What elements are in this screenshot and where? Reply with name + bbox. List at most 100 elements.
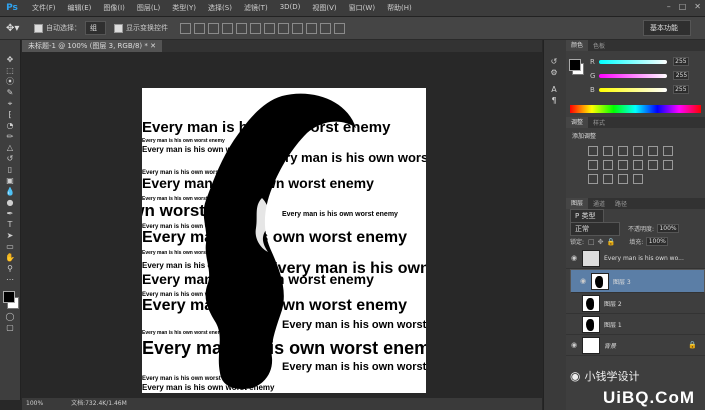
b-slider[interactable] — [598, 87, 667, 92]
align-bottom-icon[interactable] — [208, 22, 219, 34]
hue-sat-icon[interactable] — [663, 146, 673, 156]
show-transform-checkbox[interactable] — [114, 23, 123, 33]
align-left-icon[interactable] — [222, 22, 233, 34]
distribute-top-icon[interactable] — [264, 22, 275, 34]
healing-tool-icon[interactable]: ◔ — [0, 120, 20, 131]
lock-all-icon[interactable]: 🔒 — [607, 238, 616, 246]
align-hcenter-icon[interactable] — [236, 22, 247, 34]
path-select-tool-icon[interactable]: ➤ — [0, 230, 20, 241]
brightness-icon[interactable] — [588, 146, 598, 156]
properties-panel-icon[interactable]: ⚙ — [544, 67, 564, 78]
color-spectrum[interactable] — [570, 105, 701, 113]
tab-channels[interactable]: 通道 — [588, 199, 610, 208]
visibility-eye-icon[interactable]: ◉ — [575, 277, 591, 285]
close-icon[interactable]: ✕ — [694, 2, 701, 11]
curves-icon[interactable] — [618, 146, 628, 156]
distribute-bottom-icon[interactable] — [292, 22, 303, 34]
opacity-value[interactable]: 100% — [657, 224, 680, 233]
history-panel-icon[interactable]: ↺ — [544, 56, 564, 67]
character-panel-icon[interactable]: A — [544, 84, 564, 95]
color-swatches[interactable] — [0, 285, 20, 311]
photo-filter-icon[interactable] — [618, 160, 628, 170]
document-tab[interactable]: 未标题-1 @ 100% (图层 3, RGB/8) * ✕ — [22, 40, 162, 52]
paragraph-panel-icon[interactable]: ¶ — [544, 95, 564, 106]
black-white-icon[interactable] — [603, 160, 613, 170]
workspace-dropdown[interactable]: 基本功能 — [643, 20, 691, 36]
menu-type[interactable]: 类型(Y) — [166, 3, 202, 13]
lock-pixels-icon[interactable]: □ — [588, 238, 595, 246]
menu-layer[interactable]: 图层(L) — [131, 3, 166, 13]
tab-adjustments[interactable]: 调整 — [566, 117, 589, 128]
shape-tool-icon[interactable]: ▭ — [0, 241, 20, 252]
color-lookup-icon[interactable] — [648, 160, 658, 170]
more-tools-icon[interactable]: ⋯ — [0, 274, 20, 285]
lock-position-icon[interactable]: ✥ — [598, 238, 604, 246]
layer-row[interactable]: ◉ 图层 3 — [570, 269, 705, 293]
r-slider[interactable] — [598, 59, 667, 64]
channel-mixer-icon[interactable] — [633, 160, 643, 170]
distribute-vcenter-icon[interactable] — [278, 22, 289, 34]
tab-color[interactable]: 颜色 — [566, 40, 589, 51]
g-slider[interactable] — [599, 73, 668, 78]
maximize-icon[interactable]: □ — [679, 2, 687, 11]
menu-window[interactable]: 窗口(W) — [343, 3, 381, 13]
align-vcenter-icon[interactable] — [194, 22, 205, 34]
gradient-map-icon[interactable] — [618, 174, 628, 184]
menu-help[interactable]: 帮助(H) — [381, 3, 418, 13]
posterize-icon[interactable] — [588, 174, 598, 184]
hand-tool-icon[interactable]: ✋ — [0, 252, 20, 263]
g-value[interactable]: 255 — [673, 71, 690, 80]
layer-row[interactable]: 图层 1 — [566, 314, 705, 335]
tab-styles[interactable]: 样式 — [588, 118, 610, 127]
blend-mode-dropdown[interactable]: 正常 — [570, 221, 620, 236]
zoom-tool-icon[interactable]: ⚲ — [0, 263, 20, 274]
layer-name[interactable]: 图层 2 — [604, 299, 622, 308]
visibility-eye-icon[interactable]: ◉ — [566, 254, 582, 262]
tab-swatches[interactable]: 色板 — [588, 41, 610, 50]
eraser-tool-icon[interactable]: ▯ — [0, 164, 20, 175]
type-tool-icon[interactable]: T — [0, 219, 20, 230]
menu-3d[interactable]: 3D(D) — [274, 3, 307, 13]
brush-tool-icon[interactable]: ✏ — [0, 131, 20, 142]
eyedropper-tool-icon[interactable]: ⁅ — [0, 109, 20, 120]
history-brush-icon[interactable]: ↺ — [0, 153, 20, 164]
color-balance-icon[interactable] — [588, 160, 598, 170]
menu-image[interactable]: 图像(I) — [97, 3, 131, 13]
layer-name[interactable]: 图层 3 — [613, 277, 631, 286]
auto-select-checkbox[interactable] — [34, 23, 43, 33]
layer-row[interactable]: ◉ 背景 🔒 — [566, 335, 705, 356]
layer-name[interactable]: Every man is his own wo... — [604, 255, 684, 262]
menu-file[interactable]: 文件(F) — [26, 3, 62, 13]
menu-view[interactable]: 视图(V) — [306, 3, 342, 13]
screen-mode-icon[interactable]: ▢ — [0, 322, 20, 333]
stamp-tool-icon[interactable]: △ — [0, 142, 20, 153]
document-canvas[interactable]: Every man is his own worst enemy Every m… — [142, 88, 426, 393]
gradient-tool-icon[interactable]: ▣ — [0, 175, 20, 186]
layer-name[interactable]: 图层 1 — [604, 320, 622, 329]
invert-icon[interactable] — [663, 160, 673, 170]
levels-icon[interactable] — [603, 146, 613, 156]
minimize-icon[interactable]: – — [667, 2, 671, 11]
distribute-left-icon[interactable] — [306, 22, 317, 34]
quick-select-tool-icon[interactable]: ✎ — [0, 87, 20, 98]
exposure-icon[interactable] — [633, 146, 643, 156]
crop-tool-icon[interactable]: ⌖ — [0, 98, 20, 109]
align-right-icon[interactable] — [250, 22, 261, 34]
layer-row[interactable]: 图层 2 — [566, 293, 705, 314]
tab-paths[interactable]: 路径 — [610, 199, 632, 208]
lasso-tool-icon[interactable]: ⦿ — [0, 76, 20, 87]
layer-row[interactable]: ◉ Every man is his own wo... — [566, 248, 705, 269]
color-fg-swatch[interactable] — [569, 59, 581, 71]
selective-color-icon[interactable] — [633, 174, 643, 184]
vibrance-icon[interactable] — [648, 146, 658, 156]
distribute-hcenter-icon[interactable] — [320, 22, 331, 34]
foreground-color-swatch[interactable] — [3, 291, 15, 303]
layer-name[interactable]: 背景 — [604, 341, 616, 350]
tab-layers[interactable]: 图层 — [566, 198, 589, 209]
menu-select[interactable]: 选择(S) — [202, 3, 238, 13]
r-value[interactable]: 255 — [672, 57, 689, 66]
threshold-icon[interactable] — [603, 174, 613, 184]
fill-value[interactable]: 100% — [646, 237, 669, 246]
quick-mask-icon[interactable]: ◯ — [0, 311, 20, 322]
layer-filter-dropdown[interactable]: P 类型 — [570, 208, 605, 223]
